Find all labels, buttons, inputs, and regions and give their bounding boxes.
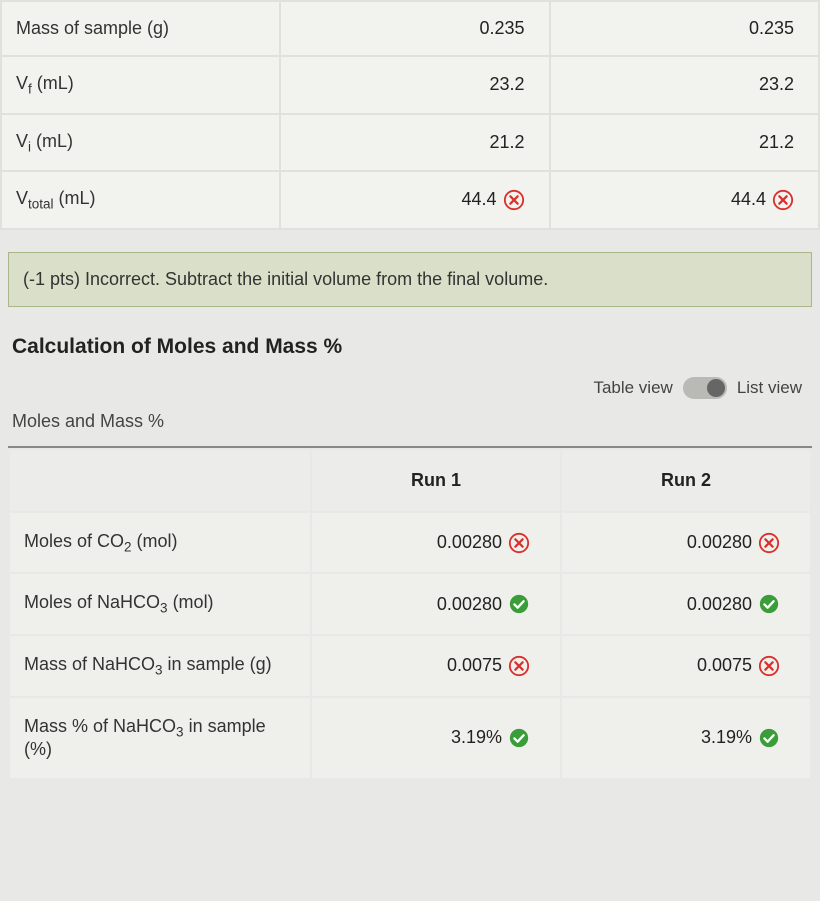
column-header: Run 2 bbox=[562, 450, 810, 511]
incorrect-icon bbox=[758, 532, 780, 554]
row-value-run2: 21.2 bbox=[551, 115, 818, 171]
row-value-run1: 0.235 bbox=[281, 2, 548, 55]
table-row: Mass of sample (g)0.2350.235 bbox=[2, 2, 818, 55]
view-toggle-row: Table view List view bbox=[0, 377, 820, 411]
incorrect-icon bbox=[508, 532, 530, 554]
incorrect-icon bbox=[758, 655, 780, 677]
incorrect-icon bbox=[772, 189, 794, 211]
row-label: Moles of CO2 (mol) bbox=[10, 513, 310, 573]
row-label: Vi (mL) bbox=[2, 115, 279, 171]
data-entry-table: Mass of sample (g)0.2350.235Vf (mL)23.22… bbox=[0, 0, 820, 230]
row-value-run1: 0.00280 bbox=[312, 574, 560, 634]
row-value-run1: 23.2 bbox=[281, 57, 548, 113]
table-row: Moles of CO2 (mol)0.002800.00280 bbox=[10, 513, 810, 573]
row-value-run1: 3.19% bbox=[312, 698, 560, 779]
row-value-run1: 44.4 bbox=[281, 172, 548, 228]
view-toggle[interactable] bbox=[683, 377, 727, 399]
correct-icon bbox=[508, 593, 530, 615]
row-label: Mass of NaHCO3 in sample (g) bbox=[10, 636, 310, 696]
row-value-run2: 23.2 bbox=[551, 57, 818, 113]
correct-icon bbox=[508, 727, 530, 749]
row-value-run1: 21.2 bbox=[281, 115, 548, 171]
correct-icon bbox=[758, 593, 780, 615]
table-row: Vtotal (mL)44.444.4 bbox=[2, 172, 818, 228]
incorrect-icon bbox=[508, 655, 530, 677]
incorrect-icon bbox=[503, 189, 525, 211]
list-view-label: List view bbox=[737, 378, 802, 398]
column-header bbox=[10, 450, 310, 511]
row-label: Moles of NaHCO3 (mol) bbox=[10, 574, 310, 634]
row-label: Vtotal (mL) bbox=[2, 172, 279, 228]
row-label: Vf (mL) bbox=[2, 57, 279, 113]
row-value-run1: 0.0075 bbox=[312, 636, 560, 696]
row-value-run2: 0.00280 bbox=[562, 513, 810, 573]
row-value-run2: 0.0075 bbox=[562, 636, 810, 696]
row-value-run1: 0.00280 bbox=[312, 513, 560, 573]
feedback-message: (-1 pts) Incorrect. Subtract the initial… bbox=[8, 252, 812, 307]
table-row: Mass % of NaHCO3 in sample (%)3.19%3.19% bbox=[10, 698, 810, 779]
row-value-run2: 0.235 bbox=[551, 2, 818, 55]
correct-icon bbox=[758, 727, 780, 749]
table-view-label: Table view bbox=[593, 378, 672, 398]
row-label: Mass % of NaHCO3 in sample (%) bbox=[10, 698, 310, 779]
column-header: Run 1 bbox=[312, 450, 560, 511]
row-value-run2: 3.19% bbox=[562, 698, 810, 779]
results-table: Run 1Run 2 Moles of CO2 (mol)0.002800.00… bbox=[8, 446, 812, 780]
table-row: Vf (mL)23.223.2 bbox=[2, 57, 818, 113]
section-title: Calculation of Moles and Mass % bbox=[12, 335, 808, 359]
table-row: Vi (mL)21.221.2 bbox=[2, 115, 818, 171]
row-label: Mass of sample (g) bbox=[2, 2, 279, 55]
table-row: Mass of NaHCO3 in sample (g)0.00750.0075 bbox=[10, 636, 810, 696]
row-value-run2: 0.00280 bbox=[562, 574, 810, 634]
subsection-heading: Moles and Mass % bbox=[12, 411, 808, 440]
table-row: Moles of NaHCO3 (mol)0.002800.00280 bbox=[10, 574, 810, 634]
row-value-run2: 44.4 bbox=[551, 172, 818, 228]
